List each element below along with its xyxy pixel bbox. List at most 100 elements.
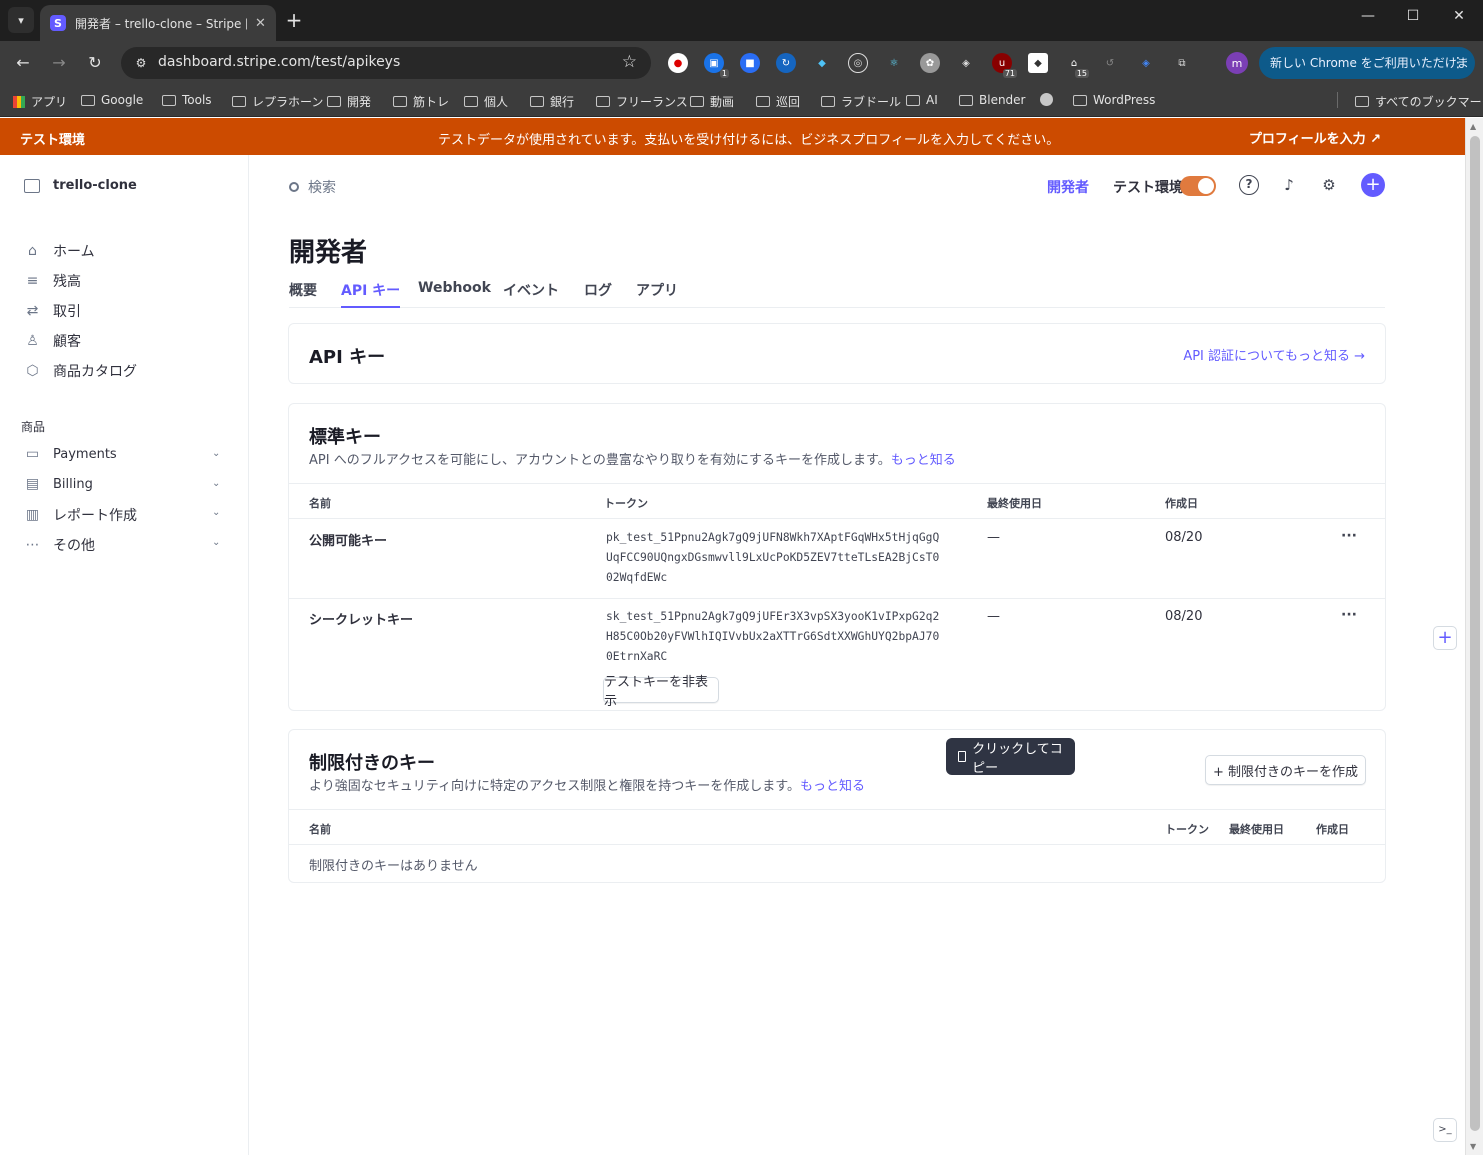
bookmark-label: 動画 xyxy=(710,95,735,109)
extension-ublock-icon[interactable]: u 71 xyxy=(992,53,1017,78)
extension-diamond-icon[interactable]: ◆ xyxy=(812,53,832,73)
terminal-icon[interactable]: >_ xyxy=(1433,1118,1457,1142)
bell-icon[interactable]: ♪ xyxy=(1279,175,1299,195)
standard-learn-more-link[interactable]: もっと知る xyxy=(891,453,956,468)
tab-close-icon[interactable]: ✕ xyxy=(255,16,266,31)
scrollbar-thumb[interactable] xyxy=(1470,136,1480,1131)
bookmark-folder[interactable]: AI xyxy=(906,93,938,107)
browser-tab-active[interactable]: S 開発者 – trello-clone – Stripe [テ ✕ xyxy=(40,5,276,41)
create-plus-button[interactable]: + xyxy=(1361,173,1385,197)
extension-puzzle-icon[interactable]: ◈ xyxy=(956,53,976,73)
restricted-keys-heading: 制限付きのキー xyxy=(309,753,435,774)
all-bookmarks[interactable]: すべてのブックマーク xyxy=(1355,93,1483,110)
bookmark-label: Blender xyxy=(979,93,1026,107)
extension-react-icon[interactable]: ⚛ xyxy=(884,53,904,73)
side-panel-plus-button[interactable]: + xyxy=(1433,626,1457,650)
sidebar-item-billing[interactable]: ▤ Billing ⌄ xyxy=(24,476,221,493)
sidebar-item-balance[interactable]: ≡ 残高 xyxy=(24,271,81,291)
forward-button[interactable]: → xyxy=(47,51,71,75)
help-icon[interactable]: ? xyxy=(1239,175,1259,195)
tab-api-keys[interactable]: API キー xyxy=(341,280,401,308)
tab-logs[interactable]: ログ xyxy=(584,280,612,308)
profile-avatar[interactable]: m xyxy=(1226,52,1248,74)
extension-sync-icon[interactable]: ↻ xyxy=(776,53,796,73)
account-switcher[interactable]: trello-clone xyxy=(24,178,137,193)
secret-key-token[interactable]: sk_test_51Ppnu2Agk7gQ9jUFEr3X3vpSX3yooK1… xyxy=(606,607,946,667)
sidebar-item-more[interactable]: ⋯ その他 ⌄ xyxy=(24,535,221,555)
create-restricted-key-button[interactable]: + 制限付きのキーを作成 xyxy=(1205,755,1366,785)
tab-overview[interactable]: 概要 xyxy=(289,280,317,308)
tab-apps[interactable]: アプリ xyxy=(636,280,678,308)
hide-test-key-button[interactable]: テストキーを非表示 xyxy=(603,675,719,709)
bookmark-label: WordPress xyxy=(1093,93,1156,107)
bookmark-star-icon[interactable]: ☆ xyxy=(622,52,637,72)
bookmark-apps[interactable]: アプリ xyxy=(13,93,67,110)
sidebar-item-transactions[interactable]: ⇄ 取引 xyxy=(24,301,81,321)
back-button[interactable]: ← xyxy=(11,51,35,75)
column-header-name: 名前 xyxy=(309,497,331,510)
bookmark-folder[interactable]: Blender xyxy=(959,93,1026,107)
chrome-menu-icon[interactable]: ⋮ xyxy=(1451,47,1465,79)
url-text: dashboard.stripe.com/test/apikeys xyxy=(158,54,401,70)
bookmark-folder[interactable]: 個人 xyxy=(464,93,508,110)
bookmark-folder[interactable]: フリーランス xyxy=(596,93,688,110)
chrome-update-button[interactable]: 新しい Chrome をご利用いただけます⋮ xyxy=(1259,47,1475,102)
developers-link[interactable]: 開発者 xyxy=(1047,177,1089,197)
extension-home-icon[interactable]: ⌂ 15 xyxy=(1064,53,1089,78)
tab-search-button[interactable]: ▾ xyxy=(8,7,34,33)
extension-badge: 71 xyxy=(1002,69,1017,78)
folder-icon xyxy=(162,94,176,106)
new-tab-button[interactable]: + xyxy=(284,9,304,31)
page-scrollbar[interactable]: ▲ ▼ xyxy=(1465,118,1483,1155)
bookmark-folder[interactable]: ラブドール xyxy=(821,93,901,110)
extension-bookmark-icon[interactable]: ■ xyxy=(740,53,760,73)
extension-loop-icon[interactable]: ↺ xyxy=(1100,53,1120,73)
bookmark-folder[interactable]: Tools xyxy=(162,93,212,107)
gear-icon[interactable]: ⚙ xyxy=(1319,175,1339,195)
extension-target-icon[interactable]: ◎ xyxy=(848,53,868,73)
row-more-icon[interactable]: ··· xyxy=(1341,528,1357,544)
empty-state-text: 制限付きのキーはありません xyxy=(309,859,478,874)
extension-tag-icon[interactable]: ◈ xyxy=(1136,53,1156,73)
scroll-up-arrow-icon[interactable]: ▲ xyxy=(1470,122,1476,131)
bookmark-folder[interactable]: WordPress xyxy=(1073,93,1155,107)
api-auth-learn-more-link[interactable]: API 認証についてもっと知る → xyxy=(1183,345,1365,364)
sidebar-item-payments[interactable]: ▭ Payments ⌄ xyxy=(24,446,221,463)
sidebar-item-customers[interactable]: ♙ 顧客 xyxy=(24,331,81,351)
site-info-icon[interactable]: ⚙ xyxy=(133,55,149,71)
sidebar-item-home[interactable]: ⌂ ホーム xyxy=(24,241,95,261)
address-bar[interactable]: ⚙ dashboard.stripe.com/test/apikeys ☆ xyxy=(121,47,651,79)
extension-gear-icon[interactable]: ✿ xyxy=(920,53,940,73)
extension-record-icon[interactable]: ● xyxy=(668,53,688,73)
window-minimize-button[interactable]: — xyxy=(1356,8,1380,24)
bookmark-folder[interactable]: レプラホーン xyxy=(232,93,323,110)
sidebar-item-product-catalog[interactable]: ⬡ 商品カタログ xyxy=(24,361,137,381)
window-maximize-button[interactable]: ☐ xyxy=(1401,8,1425,24)
window-close-button[interactable]: ✕ xyxy=(1447,8,1471,24)
bookmark-folder[interactable]: 動画 xyxy=(690,93,734,110)
publishable-key-token[interactable]: pk_test_51Ppnu2Agk7gQ9jUFN8Wkh7XAptFGqWH… xyxy=(606,528,946,588)
restricted-learn-more-link[interactable]: もっと知る xyxy=(800,779,865,794)
box-icon: ⬡ xyxy=(26,362,39,379)
bookmark-folder[interactable]: 巡回 xyxy=(756,93,800,110)
search-input[interactable]: 検索 xyxy=(289,177,336,197)
bookmark-folder[interactable]: 銀行 xyxy=(530,93,574,110)
sidebar-item-reports[interactable]: ▥ レポート作成 ⌄ xyxy=(24,505,221,525)
extension-code-icon[interactable]: ◆ xyxy=(1028,53,1048,73)
bookmark-globe[interactable] xyxy=(1040,93,1053,106)
tab-events[interactable]: イベント xyxy=(503,280,559,308)
extension-shield-icon[interactable]: ▣ 1 xyxy=(704,53,729,78)
test-mode-banner: テスト環境 テストデータが使用されています。支払いを受け付けるには、ビジネスプロ… xyxy=(0,118,1465,155)
banner-profile-link[interactable]: プロフィールを入力 ↗ xyxy=(1249,128,1381,147)
bookmark-folder[interactable]: 筋トレ xyxy=(393,93,449,110)
scroll-down-arrow-icon[interactable]: ▼ xyxy=(1470,1142,1476,1151)
reload-button[interactable]: ↻ xyxy=(83,51,107,75)
standard-keys-card: 標準キー API へのフルアクセスを可能にし、アカウントとの豊富なやり取りを有効… xyxy=(288,403,1386,711)
test-mode-toggle[interactable] xyxy=(1180,176,1216,196)
row-more-icon[interactable]: ··· xyxy=(1341,607,1357,623)
folder-icon xyxy=(756,96,770,107)
extensions-puzzle-icon[interactable]: ⧉ xyxy=(1172,53,1192,73)
bookmark-folder[interactable]: Google xyxy=(81,93,143,107)
bookmark-folder[interactable]: 開発 xyxy=(327,93,371,110)
tab-webhook[interactable]: Webhook xyxy=(418,280,491,308)
